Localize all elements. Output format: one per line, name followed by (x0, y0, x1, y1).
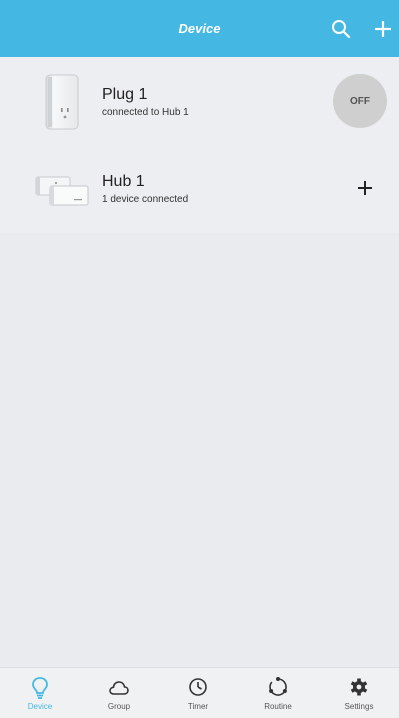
header-bar: Device (0, 0, 399, 57)
device-status: 1 device connected (102, 194, 189, 205)
hub-icon (35, 176, 89, 206)
device-name: Plug 1 (102, 86, 148, 103)
tab-settings[interactable]: Settings (329, 668, 389, 718)
device-row-hub-1[interactable]: Hub 1 1 device connected (0, 145, 399, 233)
hub-add-device-button[interactable] (350, 173, 380, 203)
tab-timer[interactable]: Timer (168, 668, 228, 718)
clock-icon (189, 678, 207, 696)
app-root: Device Plug 1 connected to Hub 1 OFF Hub… (0, 0, 399, 718)
gear-icon (350, 678, 368, 696)
plus-icon (358, 181, 372, 195)
tab-label: Device (27, 702, 53, 711)
tab-device[interactable]: Device (10, 668, 70, 718)
search-icon (332, 20, 351, 39)
tab-label: Timer (187, 702, 209, 711)
add-device-button[interactable] (366, 12, 399, 46)
tab-group[interactable]: Group (89, 668, 149, 718)
device-name: Hub 1 (102, 173, 145, 190)
power-toggle-button[interactable]: OFF (333, 74, 387, 128)
plus-icon (375, 21, 391, 37)
routine-icon (269, 677, 287, 696)
device-row-plug-1[interactable]: Plug 1 connected to Hub 1 OFF (0, 57, 399, 145)
smart-plug-icon (45, 74, 79, 130)
tab-label: Settings (344, 702, 374, 711)
device-status: connected to Hub 1 (102, 107, 189, 118)
tab-label: Group (107, 702, 131, 711)
bulb-icon (32, 677, 48, 699)
bottom-tab-bar: Device Group Timer Routine Settings (0, 667, 399, 718)
device-list: Plug 1 connected to Hub 1 OFF Hub 1 1 de… (0, 57, 399, 233)
search-button[interactable] (324, 12, 358, 46)
tab-routine[interactable]: Routine (248, 668, 308, 718)
tab-label: Routine (264, 702, 292, 711)
cloud-icon (109, 681, 129, 695)
